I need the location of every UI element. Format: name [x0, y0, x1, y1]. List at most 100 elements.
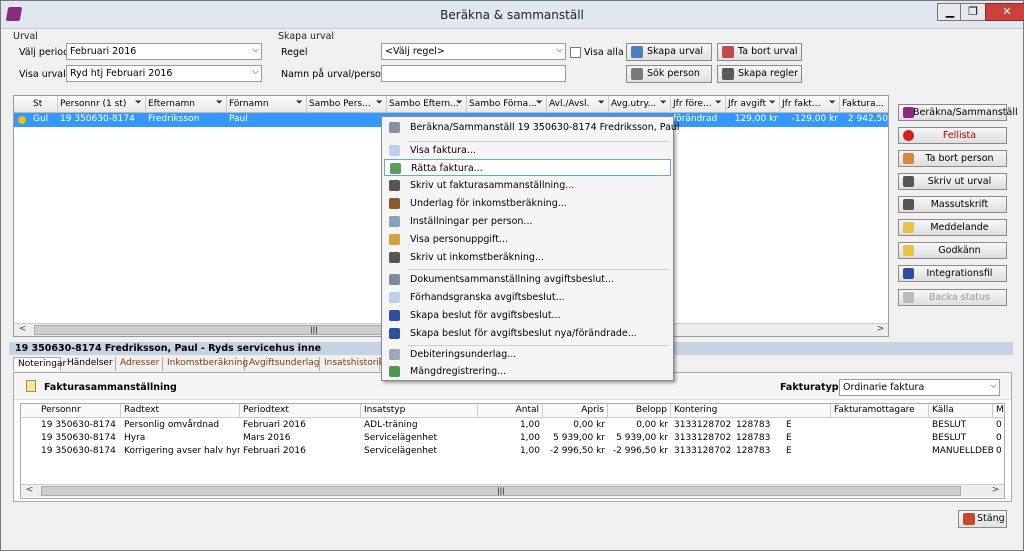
menu-item-visa-faktura[interactable]: Visa faktura...: [384, 142, 671, 159]
fakturatyp-combo[interactable]: Ordinarie faktura ⌵: [839, 379, 1000, 396]
skriv-ut-urval-button[interactable]: Skriv ut urval: [898, 173, 1007, 190]
scroll-left-icon[interactable]: <: [23, 485, 36, 497]
menu-item-forhandsgranska[interactable]: Förhandsgranska avgiftsbeslut...: [384, 289, 671, 306]
scol-belopp[interactable]: Belopp: [608, 404, 671, 418]
col-avg-utry[interactable]: Avg.utry... ⏷: [609, 96, 671, 113]
scroll-right-icon[interactable]: >: [989, 485, 1002, 497]
filter-icon[interactable]: ⏷: [660, 98, 667, 108]
invoice-table[interactable]: Personnr Radtext Periodtext Insatstyp An…: [20, 403, 1005, 499]
scroll-thumb[interactable]: |||: [41, 486, 961, 496]
menu-item-installningar[interactable]: Inställningar per person...: [384, 213, 671, 230]
meddelande-button[interactable]: Meddelande: [898, 219, 1007, 236]
filter-icon[interactable]: ⏷: [135, 98, 142, 108]
menu-item-visa-personuppgift[interactable]: Visa personuppgift...: [384, 231, 671, 248]
chevron-down-icon: ⌵: [990, 381, 997, 391]
menu-item-skapa-beslut-nya[interactable]: Skapa beslut för avgiftsbeslut nya/förän…: [384, 325, 671, 342]
table-row[interactable]: 19 350630-8174 Korrigering avser halv hyr…: [21, 445, 1004, 458]
col-fornamn[interactable]: Förnamn ⏷: [227, 96, 307, 113]
skapa-urval-button[interactable]: Skapa urval: [626, 43, 712, 61]
word-document-icon: [389, 328, 400, 339]
filter-icon[interactable]: ⏷: [376, 98, 383, 108]
filter-icon[interactable]: ⏷: [829, 98, 836, 108]
table-row[interactable]: 19 350630-8174 Personlig omvårdnad Februar…: [21, 419, 1004, 432]
close-button[interactable]: ✕: [985, 3, 1024, 21]
visa-alla-checkbox[interactable]: [570, 47, 581, 58]
regel-combo[interactable]: <Välj regel> ⌵: [381, 43, 566, 60]
detail-panel: Fakturasammanställning Fakturatyp Ordina…: [13, 372, 1012, 502]
scol-apris[interactable]: Apris: [543, 404, 608, 418]
col-sambo-eftern-label: Sambo Eftern...: [389, 99, 459, 109]
filter-icon[interactable]: ⏷: [715, 98, 722, 108]
col-sambo-eftern[interactable]: Sambo Eftern... ⏷: [387, 96, 467, 113]
tab-noteringar[interactable]: Noteringar: [13, 357, 66, 371]
scol-radtext[interactable]: Radtext: [121, 404, 240, 418]
godkann-button[interactable]: Godkänn: [898, 242, 1007, 259]
filter-icon[interactable]: ⏷: [598, 98, 605, 108]
col-fornamn-label: Förnamn: [229, 99, 269, 109]
tab-avgiftsunderlag[interactable]: Avgiftsunderlag: [245, 357, 320, 371]
col-efternamn[interactable]: Efternamn ⏷: [146, 96, 227, 113]
skapa-regler-button[interactable]: Skapa regler: [717, 65, 802, 83]
scol-mo[interactable]: Mo: [993, 404, 1004, 418]
menu-item-mangdregistrering[interactable]: Mängdregistrering...: [384, 363, 671, 380]
integrationsfil-button[interactable]: Integrationsfil: [898, 265, 1007, 282]
period-combo[interactable]: Februari 2016 ⌵: [66, 43, 262, 60]
col-jfr-fakt[interactable]: Jfr fakt... ⏷: [780, 96, 840, 113]
scol-antal[interactable]: Antal: [478, 404, 543, 418]
tab-insatshistorik[interactable]: Insatshistorik: [320, 357, 384, 371]
table-cell: Servicelägenhet: [364, 446, 438, 456]
maximize-button[interactable]: ❐: [960, 3, 986, 21]
tab-handelser[interactable]: Händelser: [63, 357, 116, 371]
col-faktura[interactable]: Faktura...: [840, 96, 888, 113]
menu-item-dokumentsammanstallning[interactable]: Dokumentsammanställning avgiftsbeslut...: [384, 271, 671, 288]
menu-item-debiteringsunderlag[interactable]: Debiteringsunderlag...: [384, 346, 671, 363]
preview-icon: [389, 292, 400, 303]
tab-adresser[interactable]: Adresser: [116, 357, 163, 371]
invoice-hscrollbar[interactable]: < ||| >: [21, 484, 1004, 497]
tab-inkomstberakning[interactable]: Inkomstberäkning: [163, 357, 248, 371]
col-avl[interactable]: Avl./Avsl. ⏷: [547, 96, 609, 113]
filter-icon[interactable]: ⏷: [216, 98, 223, 108]
filter-icon[interactable]: ⏷: [296, 98, 303, 108]
scol-kalla[interactable]: Källa: [929, 404, 993, 418]
menu-item-skapa-beslut[interactable]: Skapa beslut för avgiftsbeslut...: [384, 307, 671, 324]
namn-input[interactable]: [381, 65, 566, 82]
fellista-label: Fellista: [942, 130, 977, 141]
scroll-right-icon[interactable]: >: [874, 324, 887, 336]
menu-label: Visa faktura...: [410, 145, 476, 156]
col-jfr-fore[interactable]: Jfr före... ⏷: [671, 96, 726, 113]
menu-item-skriv-fakturasammanstallning[interactable]: Skriv ut fakturasammanställning...: [384, 177, 671, 194]
scol-insatstyp[interactable]: Insatstyp: [361, 404, 478, 418]
menu-item-ratta-faktura[interactable]: Rätta faktura...: [384, 159, 671, 176]
scol-fakturamottagare[interactable]: Fakturamottagare: [831, 404, 929, 418]
col-jfr-avgift[interactable]: Jfr avgift ⏷: [726, 96, 780, 113]
menu-item-underlag-inkomst[interactable]: Underlag för inkomstberäkning...: [384, 195, 671, 212]
filter-icon[interactable]: ⏷: [456, 98, 463, 108]
filter-icon[interactable]: ⏷: [536, 98, 543, 108]
col-st[interactable]: St: [31, 96, 58, 113]
stang-button[interactable]: Stäng: [958, 510, 1007, 528]
backa-status-button[interactable]: Backa status: [898, 289, 1007, 306]
visa-urval-combo[interactable]: Ryd htj Februari 2016 ⌵: [66, 65, 262, 82]
col-personnr[interactable]: Personnr (1 st) ⏷: [58, 96, 146, 113]
menu-item-berakna[interactable]: Beräkna/Sammanställ 19 350630-8174 Fredr…: [384, 119, 680, 136]
sok-person-button[interactable]: Sök person: [626, 65, 712, 83]
table-row[interactable]: 19 350630-8174 Hyra Mars 2016 Servicelägenh…: [21, 432, 1004, 445]
scol-personnr[interactable]: Personnr: [21, 404, 121, 418]
filter-icon[interactable]: ⏷: [769, 98, 776, 108]
cell-efternamn: Fredriksson: [148, 114, 200, 124]
col-sambo-forna[interactable]: Sambo Förna... ⏷: [467, 96, 547, 113]
table-cell: 19 350630-8174: [41, 433, 116, 443]
table-cell: [831, 445, 929, 458]
menu-label: Skapa beslut för avgiftsbeslut...: [410, 310, 561, 321]
ta-bort-person-button[interactable]: Ta bort person: [898, 150, 1007, 167]
massutskrift-button[interactable]: Massutskrift: [898, 196, 1007, 213]
col-sambo-pers[interactable]: Sambo Pers... ⏷: [307, 96, 387, 113]
scol-periodtext[interactable]: Periodtext: [240, 404, 361, 418]
berakna-sammanstall-button[interactable]: Beräkna/Sammanställ: [898, 104, 1018, 121]
menu-item-skriv-inkomstberakning[interactable]: Skriv ut inkomstberäkning...: [384, 249, 671, 266]
scol-kontering[interactable]: Kontering: [671, 404, 831, 418]
ta-bort-urval-button[interactable]: Ta bort urval: [717, 43, 802, 61]
scroll-left-icon[interactable]: <: [16, 324, 29, 336]
fellista-button[interactable]: Fellista: [898, 127, 1007, 144]
